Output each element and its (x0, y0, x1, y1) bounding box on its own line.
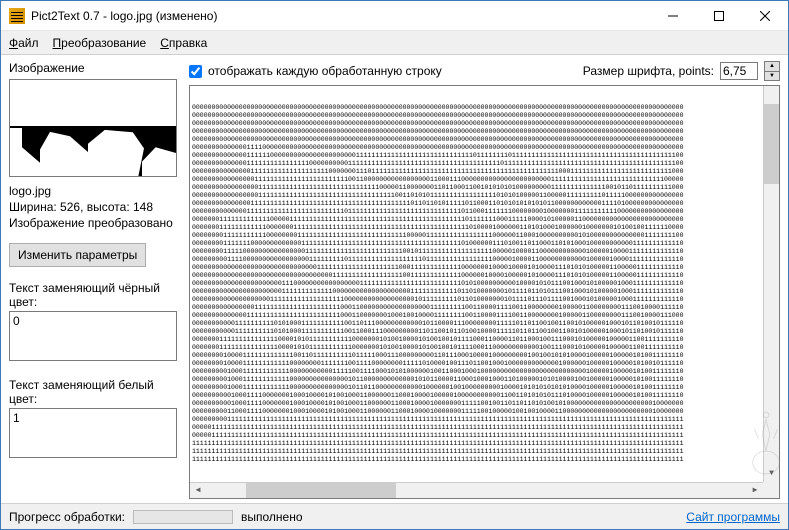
horizontal-scroll-thumb[interactable] (246, 483, 396, 499)
vertical-scroll-thumb[interactable] (764, 104, 779, 184)
menu-file[interactable]: Файл (9, 36, 39, 50)
window-title: Pict2Text 0.7 - logo.jpg (изменено) (31, 9, 650, 23)
site-link[interactable]: Сайт программы (686, 510, 780, 524)
filename-text: logo.jpg (9, 183, 177, 199)
titlebar: Pict2Text 0.7 - logo.jpg (изменено) (1, 1, 788, 31)
menu-help[interactable]: Справка (160, 36, 207, 50)
black-text-label: Текст заменяющий чёрный цвет: (9, 281, 177, 309)
black-text-input[interactable] (9, 311, 177, 361)
content-area: Изображение logo.jpg Ширина: 526, высота… (1, 55, 788, 503)
minimize-button[interactable] (650, 1, 696, 31)
image-preview (9, 79, 177, 177)
left-panel: Изображение logo.jpg Ширина: 526, высота… (1, 55, 185, 503)
statusbar: Прогресс обработки: выполнено Сайт прогр… (1, 503, 788, 529)
white-text-input[interactable] (9, 408, 177, 458)
scroll-right-icon[interactable]: ▶ (747, 483, 763, 499)
white-text-label: Текст заменяющий белый цвет: (9, 378, 177, 406)
menubar: Файл Преобразование Справка (1, 31, 788, 55)
app-icon (9, 8, 25, 24)
font-size-input[interactable] (720, 62, 758, 80)
transform-status-text: Изображение преобразовано (9, 215, 177, 231)
right-toolbar: отображать каждую обработанную строку Ра… (189, 61, 780, 81)
right-panel: отображать каждую обработанную строку Ра… (185, 55, 788, 503)
spinner-up-icon[interactable]: ▲ (765, 62, 779, 72)
font-size-label: Размер шрифта, points: (583, 64, 714, 78)
close-button[interactable] (742, 1, 788, 31)
change-params-button[interactable]: Изменить параметры (9, 243, 146, 267)
output-textarea[interactable]: 0000000000000000000000000000000000000000… (189, 85, 780, 499)
show-each-row-checkbox[interactable] (189, 65, 202, 78)
scroll-down-icon[interactable]: ▼ (764, 466, 779, 482)
done-label: выполнено (241, 510, 303, 524)
spinner-down-icon[interactable]: ▼ (765, 72, 779, 81)
font-size-spinner[interactable]: ▲ ▼ (764, 61, 780, 81)
maximize-button[interactable] (696, 1, 742, 31)
scroll-corner (763, 482, 779, 498)
scroll-left-icon[interactable]: ◀ (190, 483, 206, 499)
show-each-row-label: отображать каждую обработанную строку (208, 64, 442, 78)
dimensions-text: Ширина: 526, высота: 148 (9, 199, 177, 215)
progress-bar (133, 510, 233, 524)
vertical-scrollbar[interactable]: ▲ ▼ (763, 86, 779, 482)
progress-label: Прогресс обработки: (9, 510, 125, 524)
horizontal-scrollbar[interactable]: ◀ ▶ (190, 482, 763, 498)
menu-transform[interactable]: Преобразование (53, 36, 147, 50)
image-info: logo.jpg Ширина: 526, высота: 148 Изобра… (9, 183, 177, 231)
image-label: Изображение (9, 61, 177, 75)
